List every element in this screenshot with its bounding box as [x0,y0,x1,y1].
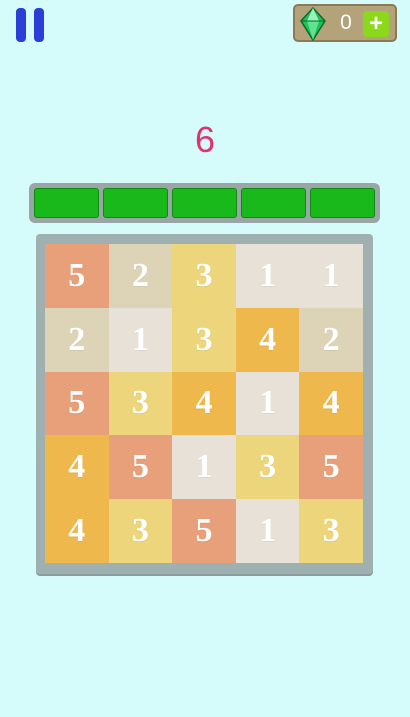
gem-count: 0 [340,11,352,34]
pause-button[interactable] [16,8,46,42]
game-board: 5231121342534144513543513 [36,234,373,574]
board-tile[interactable]: 1 [299,244,363,308]
board-tile[interactable]: 5 [45,371,109,436]
board-tile[interactable]: 3 [299,499,363,563]
board-tile[interactable]: 4 [172,371,236,436]
board-tile[interactable]: 3 [235,435,300,500]
board-tile[interactable]: 1 [172,435,236,500]
board-tile[interactable]: 4 [45,435,109,500]
board-tile[interactable]: 3 [108,371,173,436]
board-tile[interactable]: 5 [172,499,236,563]
board-tile[interactable]: 2 [45,307,109,372]
board-tile[interactable]: 5 [108,435,173,500]
pause-icon [34,8,44,42]
tile-grid: 5231121342534144513543513 [45,244,363,563]
gem-counter: 0 + [293,4,397,42]
board-tile[interactable]: 4 [45,499,109,563]
board-tile[interactable]: 5 [299,435,363,500]
gem-icon [300,7,326,41]
plus-icon: + [368,10,383,37]
board-tile[interactable]: 1 [108,307,173,372]
progress-segment [310,188,375,218]
board-tile[interactable]: 4 [235,307,300,372]
board-tile[interactable]: 1 [235,244,300,308]
pause-icon [16,8,26,42]
add-gems-button[interactable]: + [363,11,389,37]
board-tile[interactable]: 5 [45,244,109,308]
progress-segment [241,188,306,218]
board-tile[interactable]: 3 [172,244,236,308]
progress-segment [103,188,168,218]
board-tile[interactable]: 1 [235,371,300,436]
progress-bar [29,183,380,223]
progress-segment [34,188,99,218]
score: 6 [194,119,216,160]
board-tile[interactable]: 3 [172,307,236,372]
progress-segment [172,188,237,218]
board-tile[interactable]: 2 [299,307,363,372]
board-tile[interactable]: 3 [108,499,173,563]
board-tile[interactable]: 1 [235,499,300,563]
board-tile[interactable]: 2 [108,244,173,308]
board-tile[interactable]: 4 [299,371,363,436]
